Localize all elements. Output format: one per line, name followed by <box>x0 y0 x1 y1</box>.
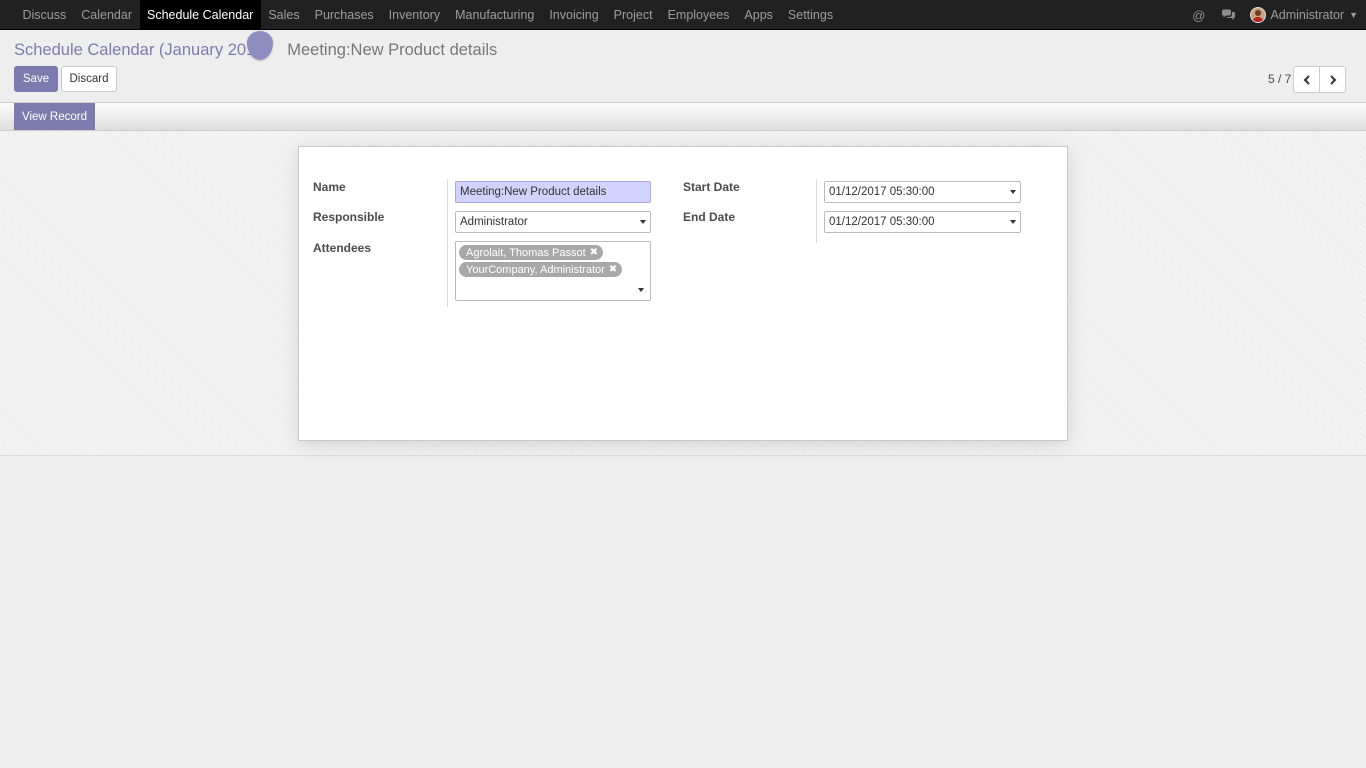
nav-item-inventory[interactable]: Inventory <box>381 0 447 30</box>
navbar-systray: @ Administrator ▼ <box>1184 0 1358 30</box>
caret-down-icon[interactable] <box>638 288 644 292</box>
name-label: Name <box>313 180 346 194</box>
end-date-input[interactable]: 01/12/2017 05:30:00 <box>824 211 1021 233</box>
name-input[interactable]: Meeting:New Product details <box>455 181 651 203</box>
nav-item-invoicing[interactable]: Invoicing <box>542 0 606 30</box>
chevron-down-icon: ▼ <box>1349 10 1358 20</box>
end-date-value: 01/12/2017 05:30:00 <box>829 216 935 228</box>
nav-item-sales[interactable]: Sales <box>261 0 307 30</box>
start-date-label: Start Date <box>683 180 740 194</box>
start-date-value: 01/12/2017 05:30:00 <box>829 186 935 198</box>
form-statusbar: View Record <box>0 103 1366 131</box>
attendee-tag-label: Agrolait, Thomas Passot <box>466 246 586 259</box>
responsible-select[interactable]: Administrator <box>455 211 651 233</box>
view-record-button[interactable]: View Record <box>14 103 95 130</box>
attendee-tag-label: YourCompany, Administrator <box>466 263 605 276</box>
start-date-input[interactable]: 01/12/2017 05:30:00 <box>824 181 1021 203</box>
pager-previous-button[interactable] <box>1293 66 1320 93</box>
responsible-value: Administrator <box>460 216 528 228</box>
nav-item-settings[interactable]: Settings <box>780 0 840 30</box>
form-sheet: Name Responsible Attendees Meeting:New P… <box>298 146 1068 441</box>
nav-item-schedule-calendar[interactable]: Schedule Calendar <box>139 0 261 30</box>
app-menu: Discuss Calendar Schedule Calendar Sales… <box>0 0 841 30</box>
save-button[interactable]: Save <box>14 66 58 92</box>
attendees-label: Attendees <box>313 241 372 255</box>
nav-item-employees[interactable]: Employees <box>660 0 737 30</box>
chevron-left-icon <box>1303 74 1310 85</box>
user-name: Administrator <box>1270 8 1345 22</box>
chevron-right-icon <box>1329 74 1336 85</box>
nav-item-discuss[interactable]: Discuss <box>15 0 74 30</box>
mention-icon[interactable]: @ <box>1184 8 1213 23</box>
discard-button[interactable]: Discard <box>61 66 117 92</box>
control-panel: Schedule Calendar (January 201 Meeting:N… <box>0 30 1366 103</box>
top-navbar: Discuss Calendar Schedule Calendar Sales… <box>0 0 1366 30</box>
caret-down-icon <box>1010 220 1016 224</box>
nav-item-apps[interactable]: Apps <box>737 0 781 30</box>
caret-down-icon <box>1010 190 1016 194</box>
attendee-tag: YourCompany, Administrator ✖ <box>459 262 623 277</box>
nav-item-purchases[interactable]: Purchases <box>307 0 381 30</box>
chat-icon[interactable] <box>1213 9 1244 21</box>
responsible-label: Responsible <box>313 210 385 224</box>
pager-next-button[interactable] <box>1319 66 1346 93</box>
attendees-field[interactable]: Agrolait, Thomas Passot ✖ YourCompany, A… <box>455 241 651 301</box>
nav-item-calendar[interactable]: Calendar <box>74 0 140 30</box>
avatar <box>1250 7 1267 23</box>
end-date-label: End Date <box>683 210 736 224</box>
remove-tag-icon[interactable]: ✖ <box>590 247 598 258</box>
nav-item-project[interactable]: Project <box>606 0 660 30</box>
caret-down-icon <box>640 220 646 224</box>
form-view: Name Responsible Attendees Meeting:New P… <box>0 131 1366 456</box>
nav-item-manufacturing[interactable]: Manufacturing <box>448 0 542 30</box>
breadcrumb-parent-link[interactable]: Schedule Calendar (January 201 <box>14 41 255 60</box>
breadcrumb-current: Meeting:New Product details <box>287 41 498 59</box>
user-menu[interactable]: Administrator ▼ <box>1244 7 1358 23</box>
divider <box>816 179 817 243</box>
divider <box>447 179 448 307</box>
remove-tag-icon[interactable]: ✖ <box>609 264 617 275</box>
attendee-tag: Agrolait, Thomas Passot ✖ <box>459 245 604 260</box>
pager-value: 5 / 7 <box>1268 72 1292 86</box>
